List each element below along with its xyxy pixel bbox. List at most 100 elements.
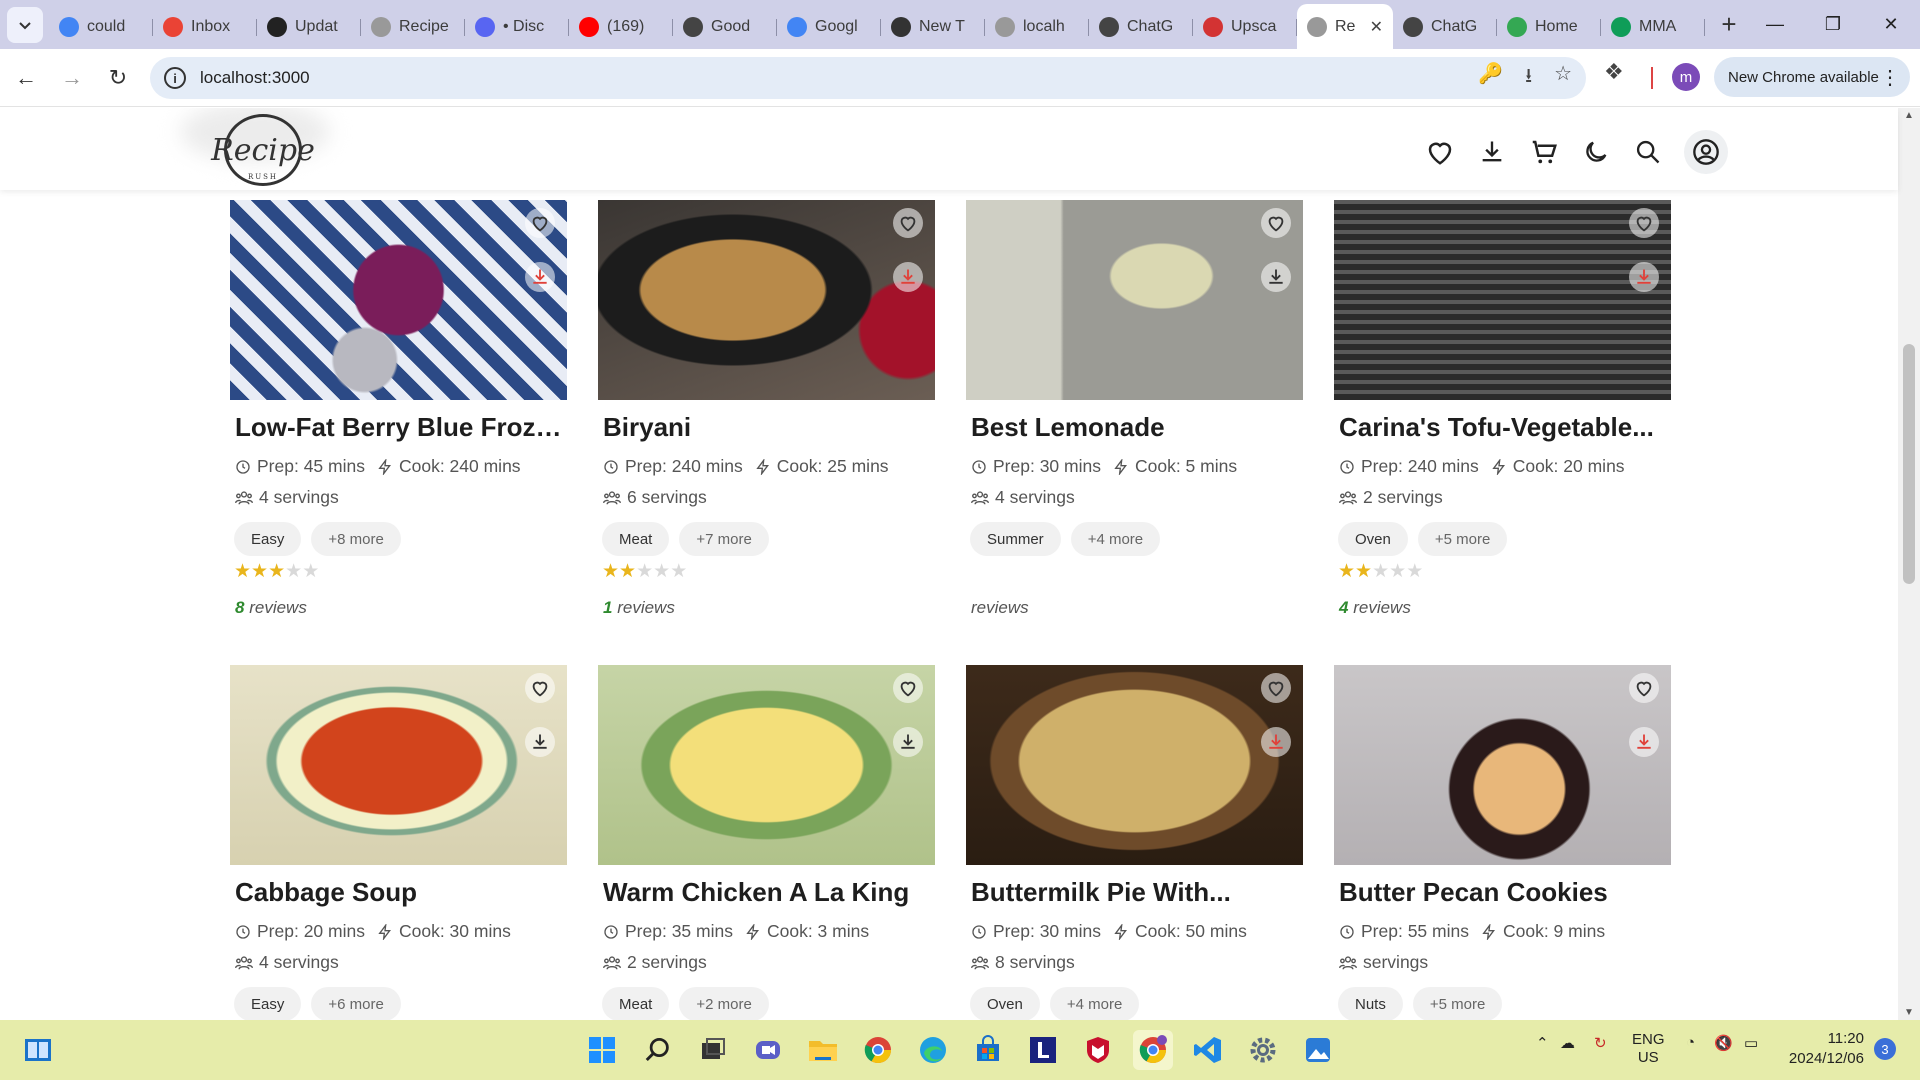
- browser-tab[interactable]: localh: [985, 10, 1089, 44]
- recipe-card[interactable]: Warm Chicken A La King Prep: 35 mins Cook:…: [598, 665, 935, 1020]
- browser-tab[interactable]: New T: [881, 10, 985, 44]
- address-bar[interactable]: i localhost:3000 🔑 ⭳ ☆: [150, 57, 1586, 99]
- download-button[interactable]: [525, 262, 555, 292]
- recipe-title[interactable]: Biryani: [603, 412, 930, 446]
- new-chrome-available-button[interactable]: New Chrome available ⋮: [1714, 57, 1910, 97]
- tag-chip[interactable]: Easy: [234, 987, 302, 1020]
- browser-tab[interactable]: Good: [673, 10, 777, 44]
- reviews-link[interactable]: 8 reviews: [235, 598, 562, 618]
- windows-start-icon[interactable]: [582, 1030, 622, 1070]
- download-button[interactable]: [1629, 262, 1659, 292]
- tag-chip[interactable]: Meat: [602, 522, 670, 556]
- meet-chat-icon[interactable]: [748, 1030, 788, 1070]
- reviews-link[interactable]: 1 reviews: [603, 598, 930, 618]
- edge-icon[interactable]: [913, 1030, 953, 1070]
- vscode-icon[interactable]: [1188, 1030, 1228, 1070]
- browser-tab[interactable]: Inbox: [153, 10, 257, 44]
- favorite-heart-button[interactable]: [525, 208, 555, 238]
- more-tags-chip[interactable]: +4 more: [1070, 522, 1161, 556]
- recipe-title[interactable]: Butter Pecan Cookies: [1339, 877, 1666, 911]
- recipe-card[interactable]: Cabbage Soup Prep: 20 mins Cook: 30 mins 4 …: [230, 665, 567, 1020]
- settings-gear-icon[interactable]: [1243, 1030, 1283, 1070]
- close-tab-icon[interactable]: ✕: [1370, 17, 1383, 37]
- install-app-icon[interactable]: ⭳: [1525, 61, 1532, 95]
- favorite-heart-button[interactable]: [1629, 208, 1659, 238]
- onedrive-icon[interactable]: ☁: [1560, 1034, 1575, 1052]
- wifi-icon[interactable]: ◔: [1686, 1034, 1695, 1051]
- recipe-title[interactable]: Low-Fat Berry Blue Froze...: [235, 412, 562, 446]
- recipe-card[interactable]: Carina's Tofu-Vegetable... Prep: 240 mins…: [1334, 200, 1671, 665]
- more-tags-chip[interactable]: +7 more: [679, 522, 769, 556]
- more-tags-chip[interactable]: +4 more: [1049, 987, 1140, 1020]
- download-button[interactable]: [1629, 727, 1659, 757]
- scroll-up-icon[interactable]: ▲: [1904, 110, 1914, 121]
- taskbar-search-icon[interactable]: [638, 1030, 678, 1070]
- task-view-icon[interactable]: [693, 1030, 733, 1070]
- recipe-title[interactable]: Buttermilk Pie With...: [971, 877, 1298, 911]
- file-explorer-icon[interactable]: [803, 1030, 843, 1070]
- microsoft-store-icon[interactable]: [968, 1030, 1008, 1070]
- browser-tab[interactable]: ChatG: [1089, 10, 1193, 44]
- chrome-profile-icon[interactable]: [1133, 1030, 1173, 1070]
- chrome-icon[interactable]: [858, 1030, 898, 1070]
- password-key-icon[interactable]: 🔑: [1478, 61, 1503, 95]
- more-tags-chip[interactable]: +2 more: [679, 987, 769, 1020]
- recipe-image[interactable]: [1334, 200, 1671, 400]
- speaker-muted-icon[interactable]: 🔇: [1714, 1034, 1733, 1052]
- minimize-button[interactable]: —: [1746, 0, 1804, 49]
- recipe-image[interactable]: [230, 665, 567, 865]
- new-tab-button[interactable]: +: [1713, 9, 1745, 41]
- extensions-puzzle-icon[interactable]: ❖: [1604, 59, 1624, 85]
- download-button[interactable]: [893, 262, 923, 292]
- battery-icon[interactable]: ▭: [1744, 1034, 1758, 1052]
- restore-button[interactable]: ❐: [1804, 0, 1862, 49]
- reviews-link[interactable]: 4 reviews: [1339, 598, 1666, 618]
- more-tags-chip[interactable]: +5 more: [1412, 987, 1503, 1020]
- bookmark-star-icon[interactable]: ☆: [1554, 61, 1572, 95]
- tray-overflow-chevron-icon[interactable]: ⌃: [1536, 1034, 1549, 1052]
- reviews-link[interactable]: reviews: [971, 598, 1298, 618]
- lightshot-icon[interactable]: [1023, 1030, 1063, 1070]
- tag-chip[interactable]: Oven: [970, 987, 1040, 1020]
- recipe-image[interactable]: [1334, 665, 1671, 865]
- browser-tab[interactable]: Re ✕: [1297, 4, 1393, 49]
- tag-chip[interactable]: Nuts: [1338, 987, 1403, 1020]
- close-window-button[interactable]: ✕: [1862, 0, 1920, 49]
- recipe-image[interactable]: [598, 200, 935, 400]
- site-logo[interactable]: Recipe RUSH: [211, 114, 315, 186]
- recipe-title[interactable]: Carina's Tofu-Vegetable...: [1339, 412, 1666, 446]
- favorite-heart-button[interactable]: [893, 673, 923, 703]
- recipe-card[interactable]: Butter Pecan Cookies Prep: 55 mins Cook: 9…: [1334, 665, 1671, 1020]
- browser-tab[interactable]: could: [49, 10, 153, 44]
- sync-icon[interactable]: ↻: [1594, 1034, 1607, 1052]
- favorite-heart-button[interactable]: [1261, 208, 1291, 238]
- tag-chip[interactable]: Easy: [234, 522, 302, 556]
- recipe-title[interactable]: Warm Chicken A La King: [603, 877, 930, 911]
- site-info-icon[interactable]: i: [164, 67, 186, 89]
- profile-avatar[interactable]: m: [1672, 63, 1700, 91]
- scroll-down-icon[interactable]: ▼: [1904, 1007, 1914, 1018]
- browser-tab[interactable]: Home: [1497, 10, 1601, 44]
- recipe-image[interactable]: [230, 200, 567, 400]
- forward-button[interactable]: →: [52, 58, 92, 98]
- tag-chip[interactable]: Meat: [602, 987, 670, 1020]
- more-tags-chip[interactable]: +5 more: [1417, 522, 1508, 556]
- more-tags-chip[interactable]: +8 more: [311, 522, 401, 556]
- recipe-card[interactable]: Buttermilk Pie With... Prep: 30 mins Cook:…: [966, 665, 1303, 1020]
- recipe-card[interactable]: Biryani Prep: 240 mins Cook: 25 mins 6 serv…: [598, 200, 935, 665]
- dark-mode-moon-icon[interactable]: [1580, 136, 1612, 168]
- cart-icon[interactable]: [1528, 136, 1560, 168]
- browser-tab[interactable]: • Disc: [465, 10, 569, 44]
- recipe-title[interactable]: Best Lemonade: [971, 412, 1298, 446]
- language-indicator[interactable]: ENG US: [1632, 1031, 1665, 1067]
- back-button[interactable]: ←: [6, 58, 46, 98]
- recipe-image[interactable]: [966, 200, 1303, 400]
- url-text[interactable]: localhost:3000: [200, 68, 310, 88]
- search-icon[interactable]: [1632, 136, 1664, 168]
- browser-tab[interactable]: ChatG: [1393, 10, 1497, 44]
- favorite-heart-button[interactable]: [893, 208, 923, 238]
- browser-tab[interactable]: Updat: [257, 10, 361, 44]
- page-scrollbar[interactable]: ▲ ▼: [1898, 108, 1920, 1020]
- browser-tab[interactable]: MMA: [1601, 10, 1705, 44]
- favorite-heart-button[interactable]: [1261, 673, 1291, 703]
